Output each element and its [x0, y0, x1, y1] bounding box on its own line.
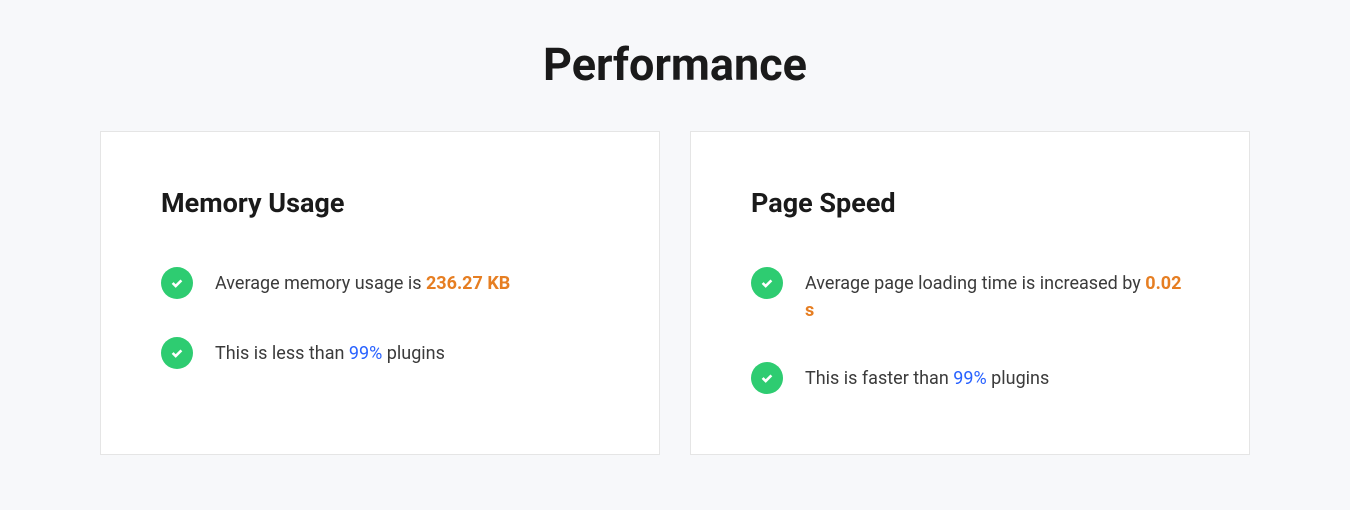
memory-stat-prefix-1: Average memory usage is: [215, 273, 426, 294]
speed-stat-prefix-2: This is faster than: [805, 368, 953, 389]
check-icon: [751, 267, 783, 299]
memory-stat-row-2: This is less than 99% plugins: [161, 337, 599, 369]
speed-stat-row-1: Average page loading time is increased b…: [751, 267, 1189, 324]
memory-percent: 99%: [349, 343, 382, 364]
check-icon: [161, 337, 193, 369]
memory-stat-suffix-2: plugins: [387, 343, 445, 364]
speed-stat-text-1: Average page loading time is increased b…: [805, 267, 1189, 324]
memory-usage-card: Memory Usage Average memory usage is 236…: [100, 131, 660, 455]
memory-value: 236.27 KB: [426, 273, 510, 294]
memory-stat-text-1: Average memory usage is 236.27 KB: [215, 267, 510, 297]
speed-stat-prefix-1: Average page loading time is increased b…: [805, 273, 1145, 294]
check-icon: [161, 267, 193, 299]
speed-stat-suffix-2: plugins: [991, 368, 1049, 389]
speed-card-title: Page Speed: [751, 187, 1189, 219]
check-icon: [751, 362, 783, 394]
memory-stat-prefix-2: This is less than: [215, 343, 349, 364]
page-speed-card: Page Speed Average page loading time is …: [690, 131, 1250, 455]
page-title: Performance: [0, 0, 1350, 131]
memory-stat-row-1: Average memory usage is 236.27 KB: [161, 267, 599, 299]
memory-stat-text-2: This is less than 99% plugins: [215, 337, 445, 367]
speed-stat-row-2: This is faster than 99% plugins: [751, 362, 1189, 394]
cards-row: Memory Usage Average memory usage is 236…: [0, 131, 1350, 455]
performance-panel: Performance Memory Usage Average memory …: [0, 0, 1350, 510]
speed-stat-text-2: This is faster than 99% plugins: [805, 362, 1049, 392]
memory-card-title: Memory Usage: [161, 187, 599, 219]
speed-percent: 99%: [953, 368, 986, 389]
